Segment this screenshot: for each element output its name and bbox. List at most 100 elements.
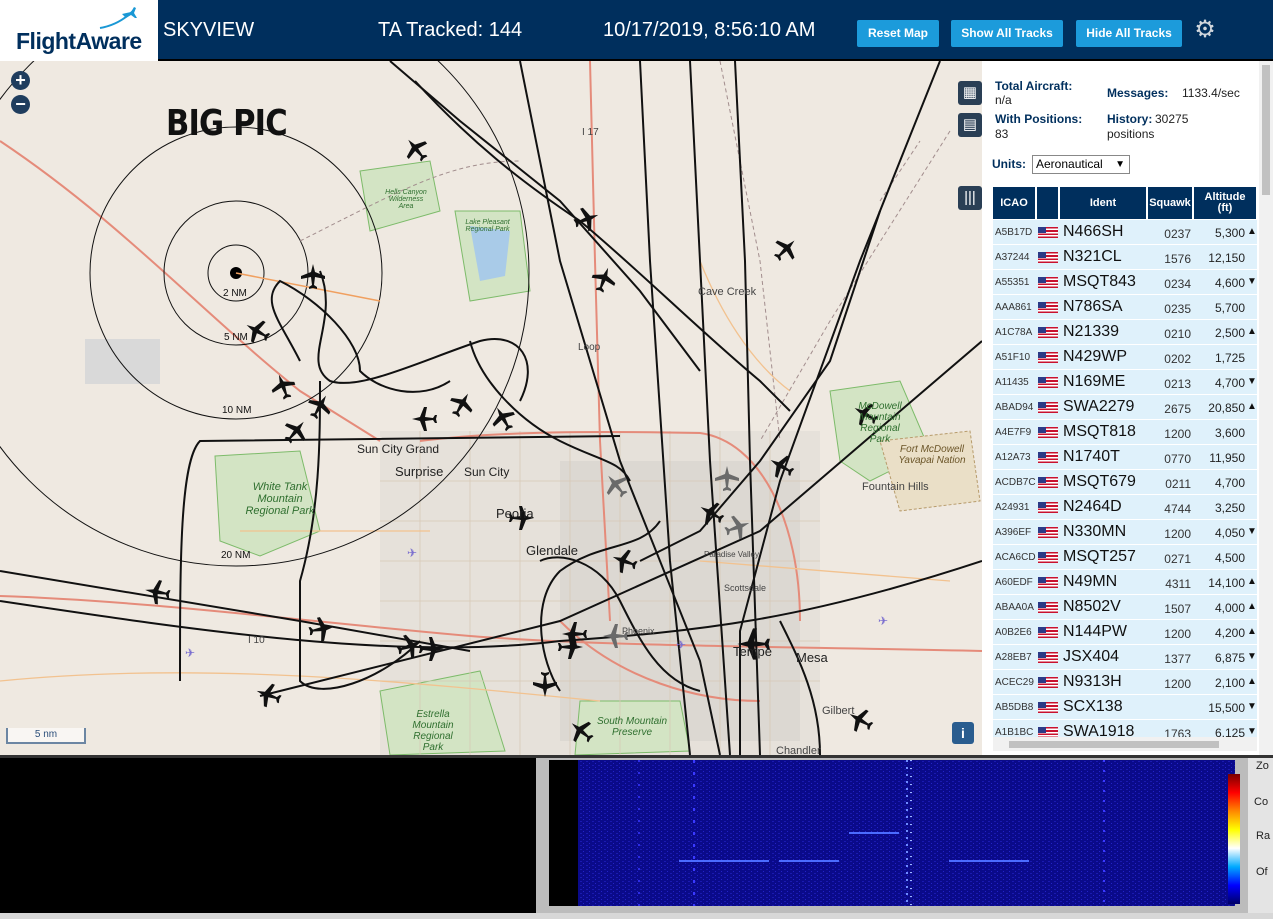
row-icao: A396EF — [995, 527, 1032, 538]
units-select-value: Aeronautical — [1036, 157, 1103, 171]
sidebar-vertical-scrollbar[interactable] — [1259, 61, 1273, 755]
row-altitude: 4,200 — [1214, 626, 1245, 640]
us-flag-icon — [1038, 252, 1058, 263]
col-altitude[interactable]: Altitude (ft) — [1194, 187, 1257, 219]
row-ident: MSQT818 — [1063, 423, 1136, 440]
row-altitude: 5,700 — [1214, 301, 1245, 315]
with-positions-value: 83 — [995, 127, 1009, 141]
col-ident[interactable]: Ident — [1060, 187, 1147, 219]
altitude-trend-icon: ▲ — [1247, 401, 1257, 412]
row-icao: ACDB7C — [995, 477, 1036, 488]
table-row[interactable]: A60EDF N49MN 4311 14,100 ▲ — [993, 570, 1257, 595]
table-row[interactable]: A11435 N169ME 0213 4,700 ▼ — [993, 370, 1257, 395]
table-row[interactable]: A51F10 N429WP 0202 1,725 — [993, 345, 1257, 370]
table-row[interactable]: ACA6CD MSQT257 0271 4,500 — [993, 545, 1257, 570]
place-label: Tempe — [733, 644, 773, 659]
table-row[interactable]: A28EB7 JSX404 1377 6,875 ▼ — [993, 645, 1257, 670]
taskbar-strip — [0, 913, 1273, 919]
skyview-app: FlightAware SKYVIEW TA Tracked: 144 10/1… — [0, 0, 1273, 919]
row-ident: N2464D — [1063, 498, 1122, 515]
aircraft-table-body: A5B17D N466SH 0237 5,300 ▲ A37244 N321CL 1576 12… — [993, 220, 1257, 745]
row-icao: ACA6CD — [995, 552, 1036, 563]
place-label: Phoenix — [622, 626, 655, 636]
row-ident: N144PW — [1063, 623, 1128, 640]
settings-gear-icon[interactable]: ⚙ — [1193, 18, 1217, 42]
place-label: Cave Creek — [698, 286, 757, 298]
table-row[interactable]: A1C78A N21339 0210 2,500 ▲ — [993, 320, 1257, 345]
row-squawk: 1200 — [1164, 427, 1191, 441]
contrast-control-label[interactable]: Co — [1254, 796, 1268, 808]
altitude-trend-icon: ▼ — [1247, 276, 1257, 287]
zoom-out-button[interactable]: − — [11, 95, 30, 114]
table-row[interactable]: ABAA0A N8502V 1507 4,000 ▲ — [993, 595, 1257, 620]
table-row[interactable]: A24931 N2464D 4744 3,250 — [993, 495, 1257, 520]
row-ident: N466SH — [1063, 223, 1124, 240]
us-flag-icon — [1038, 577, 1058, 588]
row-altitude: 14,100 — [1208, 576, 1245, 590]
place-label: Mesa — [796, 650, 828, 665]
map-view[interactable]: ✈ ✈ ✈ ✈ BIG PIC 2 NM 5 NM 10 NM 20 NM Sun C… — [0, 61, 982, 755]
spectrogram-frame — [536, 758, 1248, 913]
table-row[interactable]: ABAD94 SWA2279 2675 20,850 ▲ — [993, 395, 1257, 420]
row-ident: N169ME — [1063, 373, 1126, 390]
col-flag[interactable] — [1037, 187, 1059, 219]
row-altitude: 1,725 — [1214, 351, 1245, 365]
show-all-tracks-button[interactable]: Show All Tracks — [951, 20, 1063, 47]
table-row[interactable]: A37244 N321CL 1576 12,150 — [993, 245, 1257, 270]
park-label: Fort McDowell Yavapai Nation — [898, 444, 966, 466]
row-ident: SWA2279 — [1063, 398, 1135, 415]
bottom-panel: Zo Co Ra Of — [0, 755, 1273, 919]
row-squawk: 0234 — [1164, 277, 1191, 291]
table-row[interactable]: AAA861 N786SA 0235 5,700 — [993, 295, 1257, 320]
map-layers-icon[interactable]: ▦ — [958, 81, 982, 105]
table-row[interactable]: A0B2E6 N144PW 1200 4,200 ▲ — [993, 620, 1257, 645]
hide-all-tracks-button[interactable]: Hide All Tracks — [1076, 20, 1182, 47]
flightaware-logo[interactable]: FlightAware — [0, 0, 158, 61]
table-row[interactable]: A4E7F9 MSQT818 1200 3,600 — [993, 420, 1257, 445]
row-icao: AAA861 — [995, 302, 1032, 313]
row-altitude: 11,950 — [1209, 451, 1245, 465]
offset-control-label[interactable]: Of — [1256, 866, 1268, 878]
info-icon[interactable]: i — [952, 722, 974, 744]
altitude-trend-icon: ▲ — [1247, 226, 1257, 237]
col-squawk[interactable]: Squawk — [1148, 187, 1193, 219]
row-altitude: 3,250 — [1214, 501, 1245, 515]
row-altitude: 4,500 — [1214, 551, 1245, 565]
row-squawk: 2675 — [1164, 402, 1191, 416]
altitude-trend-icon: ▲ — [1247, 576, 1257, 587]
scroll-thumb[interactable] — [1009, 741, 1219, 748]
range-control-label[interactable]: Ra — [1256, 830, 1270, 842]
place-label: Gilbert — [822, 705, 855, 717]
table-row[interactable]: A12A73 N1740T 0770 11,950 — [993, 445, 1257, 470]
altitude-trend-icon: ▼ — [1247, 376, 1257, 387]
table-row[interactable]: ACDB7C MSQT679 0211 4,700 — [993, 470, 1257, 495]
reset-map-button[interactable]: Reset Map — [857, 20, 939, 47]
table-row[interactable]: A5B17D N466SH 0237 5,300 ▲ — [993, 220, 1257, 245]
column-toggle-icon[interactable]: ||| — [958, 186, 982, 210]
us-flag-icon — [1038, 677, 1058, 688]
logo-accent-text: Aware — [75, 28, 143, 54]
park-label: McDowell Mountain Regional Park — [858, 401, 902, 445]
row-squawk: 0237 — [1164, 227, 1191, 241]
place-label: Scottsdale — [724, 583, 767, 593]
table-toggle-icon[interactable]: ▤ — [958, 113, 982, 137]
us-flag-icon — [1038, 627, 1058, 638]
table-row[interactable]: AB5DB8 SCX138 15,500 ▼ — [993, 695, 1257, 720]
table-row[interactable]: ACEC29 N9313H 1200 2,100 ▲ — [993, 670, 1257, 695]
scroll-thumb[interactable] — [1262, 65, 1270, 195]
altitude-trend-icon: ▲ — [1247, 676, 1257, 687]
spectrogram-waterfall — [549, 760, 1235, 906]
svg-text:✈: ✈ — [878, 614, 888, 628]
row-squawk: 1377 — [1164, 652, 1191, 666]
table-row[interactable]: A396EF N330MN 1200 4,050 ▼ — [993, 520, 1257, 545]
table-horizontal-scrollbar[interactable] — [993, 737, 1257, 751]
zoom-in-button[interactable]: + — [11, 71, 30, 90]
row-ident: N1740T — [1063, 448, 1120, 465]
table-row[interactable]: A55351 MSQT843 0234 4,600 ▼ — [993, 270, 1257, 295]
col-icao[interactable]: ICAO — [993, 187, 1036, 219]
altitude-trend-icon: ▼ — [1247, 726, 1257, 737]
units-select[interactable]: Aeronautical ▼ — [1032, 155, 1130, 174]
zoom-control-label[interactable]: Zo — [1256, 760, 1269, 772]
us-flag-icon — [1038, 227, 1058, 238]
place-label: Paradise Valley — [704, 550, 759, 559]
